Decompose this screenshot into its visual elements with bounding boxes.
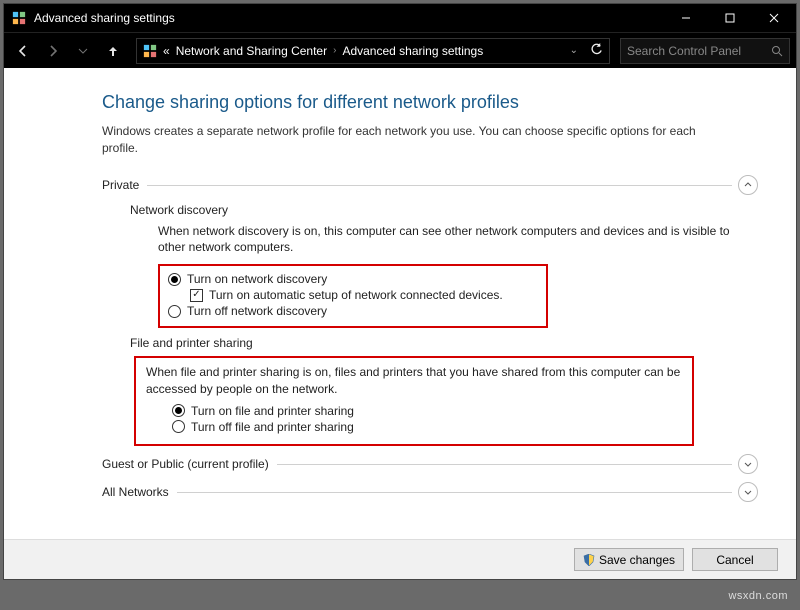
checkbox-icon[interactable]: [190, 289, 203, 302]
minimize-button[interactable]: [664, 4, 708, 32]
titlebar: Advanced sharing settings: [4, 4, 796, 32]
section-header-all[interactable]: All Networks: [102, 482, 758, 502]
back-button[interactable]: [10, 38, 36, 64]
section-guest-public: Guest or Public (current profile): [102, 454, 758, 474]
checkbox-row[interactable]: Turn on automatic setup of network conne…: [190, 288, 538, 302]
section-private: Private Network discovery When network d…: [102, 175, 758, 446]
radio-label: Turn on network discovery: [187, 272, 327, 286]
breadcrumb-dropdown[interactable]: ⌄: [564, 45, 584, 56]
recent-dropdown[interactable]: [70, 38, 96, 64]
button-label: Cancel: [716, 553, 753, 567]
search-input[interactable]: Search Control Panel: [620, 38, 790, 64]
radio-row[interactable]: Turn off network discovery: [168, 304, 538, 318]
close-button[interactable]: [752, 4, 796, 32]
radio-icon[interactable]: [168, 305, 181, 318]
divider: [177, 492, 732, 493]
expand-button[interactable]: [738, 482, 758, 502]
breadcrumb[interactable]: « Network and Sharing Center › Advanced …: [136, 38, 610, 64]
highlight-box: When file and printer sharing is on, fil…: [134, 356, 694, 446]
radio-icon[interactable]: [172, 404, 185, 417]
section-label: All Networks: [102, 485, 177, 499]
control-panel-icon: [12, 11, 26, 25]
divider: [277, 464, 732, 465]
section-label: Private: [102, 178, 147, 192]
maximize-button[interactable]: [708, 4, 752, 32]
radio-label: Turn off network discovery: [187, 304, 327, 318]
radio-row[interactable]: Turn on network discovery: [168, 272, 538, 286]
breadcrumb-item[interactable]: Advanced sharing settings: [342, 44, 483, 58]
control-panel-icon: [143, 44, 157, 58]
section-header-private[interactable]: Private: [102, 175, 758, 195]
watermark: wsxdn.com: [728, 590, 788, 602]
page-title: Change sharing options for different net…: [102, 92, 758, 113]
content: Change sharing options for different net…: [4, 68, 796, 539]
radio-label: Turn off file and printer sharing: [191, 420, 354, 434]
window-title: Advanced sharing settings: [34, 11, 664, 25]
refresh-button[interactable]: [590, 43, 603, 59]
chevron-right-icon: ›: [333, 45, 336, 56]
highlight-box: Turn on network discovery Turn on automa…: [158, 264, 548, 328]
button-label: Save changes: [599, 553, 675, 567]
divider: [147, 185, 732, 186]
up-button[interactable]: [100, 38, 126, 64]
save-button[interactable]: Save changes: [574, 548, 684, 571]
subsection-description: When network discovery is on, this compu…: [158, 223, 758, 257]
section-label: Guest or Public (current profile): [102, 457, 277, 471]
subsection-title: Network discovery: [130, 203, 758, 217]
expand-button[interactable]: [738, 454, 758, 474]
section-all-networks: All Networks: [102, 482, 758, 502]
navbar: « Network and Sharing Center › Advanced …: [4, 32, 796, 68]
subsection-description: When file and printer sharing is on, fil…: [146, 364, 682, 398]
subsection-file-printer-sharing: File and printer sharing When file and p…: [130, 336, 758, 446]
breadcrumb-item[interactable]: Network and Sharing Center: [176, 44, 327, 58]
checkbox-label: Turn on automatic setup of network conne…: [209, 288, 503, 302]
page-description: Windows creates a separate network profi…: [102, 123, 718, 157]
breadcrumb-back[interactable]: «: [163, 44, 170, 58]
subsection-title: File and printer sharing: [130, 336, 758, 350]
footer: Save changes Cancel: [4, 539, 796, 579]
cancel-button[interactable]: Cancel: [692, 548, 778, 571]
radio-row[interactable]: Turn off file and printer sharing: [172, 420, 682, 434]
subsection-network-discovery: Network discovery When network discovery…: [130, 203, 758, 329]
window: Advanced sharing settings « Network and …: [3, 3, 797, 580]
radio-icon[interactable]: [168, 273, 181, 286]
section-header-guest[interactable]: Guest or Public (current profile): [102, 454, 758, 474]
collapse-button[interactable]: [738, 175, 758, 195]
search-placeholder: Search Control Panel: [627, 44, 765, 58]
radio-icon[interactable]: [172, 420, 185, 433]
radio-label: Turn on file and printer sharing: [191, 404, 354, 418]
shield-icon: [583, 554, 595, 566]
search-icon: [771, 45, 783, 57]
radio-row[interactable]: Turn on file and printer sharing: [172, 404, 682, 418]
forward-button[interactable]: [40, 38, 66, 64]
